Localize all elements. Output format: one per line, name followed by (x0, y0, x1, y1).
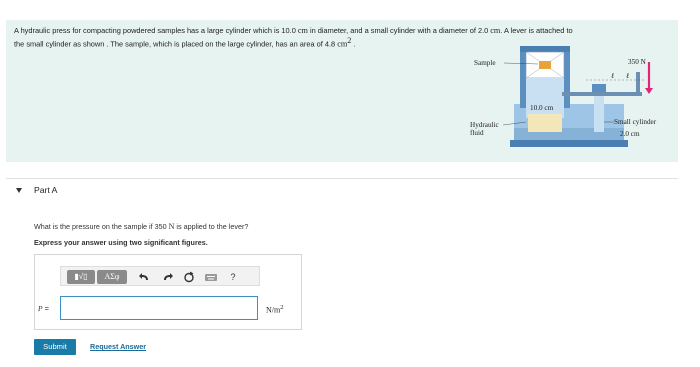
unit-text: N/m (266, 305, 281, 315)
question-text-part: is applied to the lever? (174, 222, 249, 231)
answer-instruction: Express your answer using two significan… (34, 238, 208, 247)
small-cylinder (594, 90, 604, 132)
sample-block (539, 61, 551, 69)
problem-statement-panel: A hydraulic press for compacting powdere… (6, 20, 678, 162)
problem-text-part: A hydraulic press for compacting powdere… (14, 26, 298, 35)
reset-icon[interactable] (181, 270, 197, 284)
part-a-header[interactable]: Part A (6, 178, 678, 204)
answer-unit: N/m2 (266, 304, 284, 315)
undo-icon[interactable] (137, 270, 153, 284)
help-icon[interactable]: ? (225, 270, 241, 284)
fluid-label: Hydraulic (470, 121, 499, 129)
answer-variable-label: P = (38, 304, 49, 313)
submit-button[interactable]: Submit (34, 339, 76, 355)
frame-top (520, 46, 570, 52)
part-title: Part A (34, 185, 58, 195)
lever-length-mark: ℓ (611, 72, 615, 80)
greek-symbols-button[interactable]: ΑΣφ (97, 270, 127, 284)
force-label: 350 N (628, 58, 647, 66)
collapse-caret-icon[interactable] (16, 188, 22, 193)
math-toolbar: ▮√▯ ΑΣφ ? (60, 266, 260, 286)
problem-text-part: the small cylinder as shown . The sample… (14, 39, 338, 49)
pressure-answer-input[interactable] (60, 296, 258, 320)
lever-length-mark: ℓ (626, 72, 630, 80)
templates-button[interactable]: ▮√▯ (67, 270, 95, 284)
lever-handle (636, 72, 640, 94)
sample-label: Sample (474, 59, 496, 67)
question-text: What is the pressure on the sample if 35… (34, 222, 248, 231)
problem-text-part: . (351, 39, 356, 49)
unit-exponent: 2 (280, 304, 284, 311)
frame-right-post (564, 48, 570, 108)
equals-sign: = (42, 304, 49, 313)
lever-arm (562, 92, 642, 96)
press-base (510, 140, 628, 147)
keyboard-icon[interactable] (203, 270, 219, 284)
hydraulic-press-figure: ℓ ℓ Sample 350 N Hydraulic fluid 10.0 cm… (466, 32, 678, 162)
large-piston (528, 114, 562, 132)
fluid-label: fluid (470, 129, 484, 137)
large-diameter-label: 10.0 cm (530, 104, 554, 112)
small-cylinder-label: Small cylinder (614, 118, 657, 126)
unit-cm2: cm (337, 39, 348, 49)
request-answer-link[interactable]: Request Answer (90, 342, 146, 351)
small-diameter-label: 2.0 cm (620, 130, 640, 138)
force-arrow-head (645, 88, 653, 94)
unit-cm: cm (297, 26, 308, 35)
hydraulic-press-diagram: ℓ ℓ Sample 350 N Hydraulic fluid 10.0 cm… (470, 46, 657, 147)
redo-icon[interactable] (159, 270, 175, 284)
problem-text-part: in diameter, and a small cylinder with a… (307, 26, 491, 35)
frame-left-post (520, 48, 526, 108)
question-text-part: What is the pressure on the sample if 35… (34, 222, 169, 231)
large-cylinder (526, 78, 564, 118)
